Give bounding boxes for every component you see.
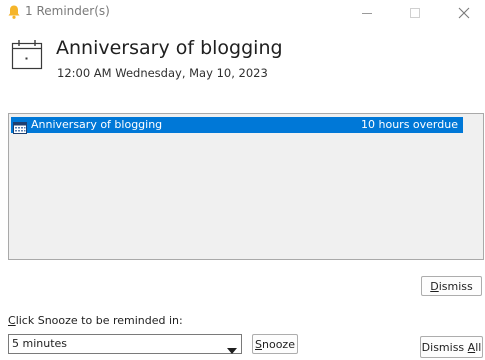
- minimize-icon: [361, 4, 373, 23]
- dismiss-all-button-label: ll: [475, 340, 482, 354]
- dismiss-button-label: ismiss: [438, 279, 473, 293]
- snooze-duration-value: 5 minutes: [12, 337, 68, 350]
- snooze-label-accel: C: [8, 314, 16, 327]
- dismiss-button[interactable]: Dismiss: [421, 276, 482, 296]
- list-item-subject: Anniversary of blogging: [31, 118, 163, 131]
- dismiss-all-button-prefix: Dismiss: [421, 340, 468, 354]
- reminder-subject-title: Anniversary of blogging: [56, 37, 283, 59]
- list-item[interactable]: Anniversary of blogging 10 hours overdue: [11, 117, 463, 134]
- reminder-datetime: 12:00 AM Wednesday, May 10, 2023: [57, 66, 268, 80]
- calendar-icon: [11, 38, 43, 70]
- close-button[interactable]: [441, 0, 485, 26]
- maximize-icon: [409, 4, 421, 23]
- title-bar: 1 Reminder(s): [0, 0, 485, 26]
- list-item-due: 10 hours overdue: [361, 118, 458, 131]
- calendar-small-icon: [13, 119, 27, 134]
- minimize-button[interactable]: [344, 0, 390, 26]
- snooze-duration-select[interactable]: 5 minutes: [8, 334, 242, 354]
- chevron-down-icon[interactable]: [227, 340, 237, 354]
- snooze-button-accel: S: [255, 337, 262, 351]
- dismiss-button-accel: D: [430, 279, 439, 293]
- reminder-list[interactable]: Anniversary of blogging 10 hours overdue: [8, 113, 484, 260]
- snooze-label-text: lick Snooze to be reminded in:: [15, 314, 183, 327]
- snooze-label: Click Snooze to be reminded in:: [8, 314, 183, 327]
- maximize-button[interactable]: [392, 0, 438, 26]
- dismiss-all-button-accel: A: [467, 340, 476, 354]
- bell-icon: [7, 4, 21, 20]
- close-icon: [458, 4, 470, 23]
- window-title: 1 Reminder(s): [25, 4, 110, 18]
- snooze-button[interactable]: Snooze: [252, 334, 298, 354]
- dismiss-all-button[interactable]: Dismiss All: [420, 336, 483, 358]
- snooze-button-label: nooze: [262, 337, 295, 351]
